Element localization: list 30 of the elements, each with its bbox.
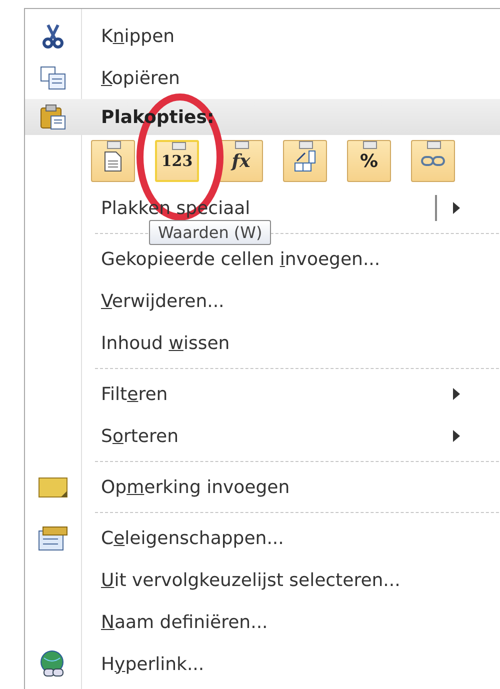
link-icon [421,154,445,168]
menu-item[interactable]: Sorteren [101,426,178,446]
paste-option-button[interactable]: 123 [155,140,199,182]
paste-option-button[interactable] [283,140,327,182]
menu-item[interactable]: Verwijderen... [101,290,224,312]
menu-item[interactable]: Knippen [101,26,175,46]
cell-properties-icon [38,525,68,551]
document-icon [102,149,124,173]
menu-item[interactable]: Filteren [101,384,168,404]
menu-item[interactable]: Kopiëren [101,68,180,88]
scissors-icon [42,23,64,49]
menu-item[interactable]: Naam definiëren... [101,612,268,632]
tooltip: Waarden (W) [149,220,272,245]
paste-option-button[interactable]: % [347,140,391,182]
menu-item[interactable]: Opmerking invoegen [101,476,290,498]
clipboard-icon [40,104,66,130]
copy-icon [40,66,66,90]
paste-option-button[interactable] [411,140,455,182]
note-icon [38,475,68,499]
submenu-arrow-icon [453,202,460,214]
menu-item[interactable]: Hyperlink... [101,654,204,674]
submenu-arrow-icon [453,388,460,400]
menu-item[interactable]: Celeigenschappen... [101,528,284,548]
menu-item[interactable]: Inhoud wissen [101,332,230,354]
table-icon [293,149,317,173]
menu-item[interactable]: Uit vervolgkeuzelijst selecteren... [101,570,400,590]
submenu-arrow-icon [453,430,460,442]
menu-item[interactable]: Gekopieerde cellen invoegen... [101,248,380,270]
paste-option-button[interactable] [91,140,135,182]
paste-option-button[interactable]: fx [219,140,263,182]
